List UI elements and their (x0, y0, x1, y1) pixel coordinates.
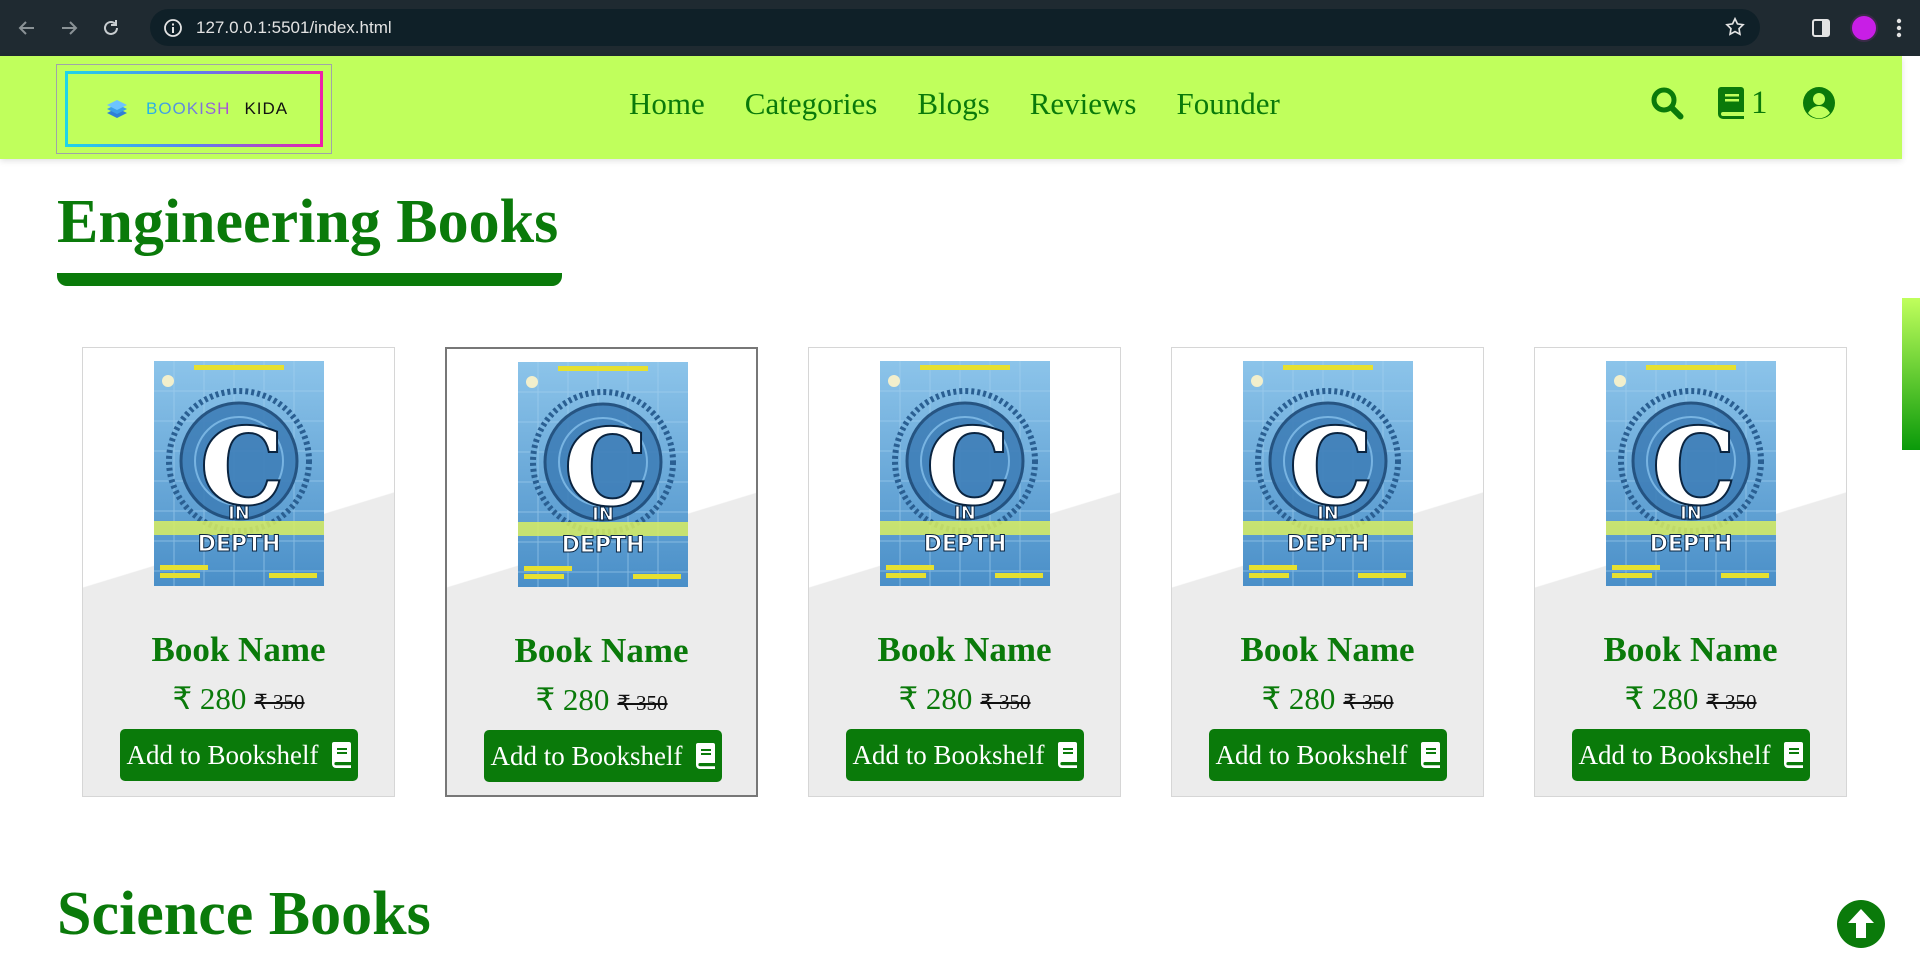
book-name[interactable]: Book Name (83, 630, 394, 670)
address-bar[interactable]: 127.0.0.1:5501/index.html (150, 9, 1760, 46)
bookshelf-icon (695, 743, 715, 769)
book-old-price: ₹ 350 (980, 690, 1031, 714)
menu-kebab-icon[interactable] (1896, 17, 1902, 39)
scrollbar-thumb[interactable] (1902, 298, 1920, 450)
price-row: ₹ 280 ₹ 350 (1535, 681, 1846, 717)
book-old-price: ₹ 350 (254, 690, 305, 714)
price-row: ₹ 280 ₹ 350 (83, 681, 394, 717)
side-panel-icon[interactable] (1810, 17, 1832, 39)
book-price: ₹ 280 (172, 681, 247, 716)
profile-avatar[interactable] (1850, 14, 1878, 42)
svg-text:DEPTH: DEPTH (1287, 532, 1370, 557)
back-icon[interactable] (12, 13, 42, 43)
add-to-bookshelf-label: Add to Bookshelf (1215, 739, 1408, 770)
book-old-price: ₹ 350 (617, 691, 668, 715)
svg-text:IN: IN (228, 503, 250, 524)
title-underline (57, 273, 562, 286)
svg-text:DEPTH: DEPTH (924, 532, 1007, 557)
add-to-bookshelf-label: Add to Bookshelf (852, 739, 1045, 770)
logo-text-kida: KIDA (244, 99, 289, 118)
add-to-bookshelf-label: Add to Bookshelf (490, 740, 683, 771)
logo-text-bookish: BOOKISH (146, 99, 231, 118)
book-name[interactable]: Book Name (809, 630, 1120, 670)
nav-blogs[interactable]: Blogs (917, 86, 989, 122)
bookshelf-count: 1 (1751, 85, 1768, 121)
forward-icon[interactable] (54, 13, 84, 43)
svg-text:IN: IN (954, 503, 976, 524)
book-card[interactable]: DEPTH C IN Book Name ₹ 280 ₹ 350 Add to … (808, 347, 1121, 797)
bookshelf-icon (1057, 742, 1077, 768)
add-to-bookshelf-button[interactable]: Add to Bookshelf (1572, 729, 1810, 781)
svg-text:DEPTH: DEPTH (1650, 532, 1733, 557)
svg-text:IN: IN (1317, 503, 1339, 524)
book-card[interactable]: DEPTH C IN Book Name ₹ 280 ₹ 350 Add to … (1171, 347, 1484, 797)
book-cover-image: DEPTH C IN (880, 361, 1050, 586)
site-header: BOOKISH KIDA Home Categories Blogs Revie… (0, 56, 1902, 159)
bookshelf-icon (1420, 742, 1440, 768)
book-cover-image: DEPTH C IN (154, 361, 324, 586)
browser-toolbar: 127.0.0.1:5501/index.html (0, 0, 1920, 56)
book-price: ₹ 280 (1261, 681, 1336, 716)
nav-founder[interactable]: Founder (1176, 86, 1279, 122)
book-price: ₹ 280 (535, 682, 610, 717)
add-to-bookshelf-label: Add to Bookshelf (126, 739, 319, 770)
book-card[interactable]: DEPTH C IN Book Name ₹ 280 ₹ 350 Add to … (82, 347, 395, 797)
add-to-bookshelf-button[interactable]: Add to Bookshelf (484, 730, 722, 782)
user-icon[interactable] (1802, 86, 1836, 120)
bookshelf-icon (1783, 742, 1803, 768)
search-icon[interactable] (1650, 86, 1684, 120)
book-name[interactable]: Book Name (1535, 630, 1846, 670)
back-to-top-icon[interactable] (1836, 899, 1886, 949)
bookmark-star-icon[interactable] (1724, 16, 1746, 43)
books-stack-icon (107, 100, 127, 118)
book-cover-image: DEPTH C IN (518, 362, 688, 587)
nav-reviews[interactable]: Reviews (1030, 86, 1137, 122)
book-card[interactable]: DEPTH C IN Book Name ₹ 280 ₹ 350 Add to … (1534, 347, 1847, 797)
svg-text:DEPTH: DEPTH (562, 533, 645, 558)
book-name[interactable]: Book Name (447, 631, 756, 671)
price-row: ₹ 280 ₹ 350 (447, 682, 756, 718)
nav-categories[interactable]: Categories (745, 86, 878, 122)
section-title-science: Science Books (57, 880, 431, 948)
nav-home[interactable]: Home (629, 86, 705, 122)
book-price: ₹ 280 (898, 681, 973, 716)
site-info-icon[interactable] (162, 17, 184, 39)
url-text[interactable]: 127.0.0.1:5501/index.html (196, 18, 392, 38)
svg-text:DEPTH: DEPTH (198, 532, 281, 557)
book-cover-image: DEPTH C IN (1243, 361, 1413, 586)
book-cover-image: DEPTH C IN (1606, 361, 1776, 586)
price-row: ₹ 280 ₹ 350 (809, 681, 1120, 717)
section-title-engineering: Engineering Books (57, 188, 559, 256)
add-to-bookshelf-button[interactable]: Add to Bookshelf (1209, 729, 1447, 781)
site-logo[interactable]: BOOKISH KIDA (56, 64, 332, 154)
book-old-price: ₹ 350 (1343, 690, 1394, 714)
main-nav: Home Categories Blogs Reviews Founder (629, 86, 1320, 122)
bookshelf-icon (331, 742, 351, 768)
add-to-bookshelf-button[interactable]: Add to Bookshelf (120, 729, 358, 781)
bookshelf-icon[interactable] (1717, 87, 1745, 119)
add-to-bookshelf-button[interactable]: Add to Bookshelf (846, 729, 1084, 781)
price-row: ₹ 280 ₹ 350 (1172, 681, 1483, 717)
svg-text:IN: IN (592, 504, 614, 525)
book-card-list: DEPTH C IN Book Name ₹ 280 ₹ 350 Add to … (82, 347, 1897, 797)
svg-text:IN: IN (1680, 503, 1702, 524)
book-name[interactable]: Book Name (1172, 630, 1483, 670)
book-old-price: ₹ 350 (1706, 690, 1757, 714)
book-card[interactable]: DEPTH C IN Book Name ₹ 280 ₹ 350 Add to … (445, 347, 758, 797)
book-price: ₹ 280 (1624, 681, 1699, 716)
add-to-bookshelf-label: Add to Bookshelf (1578, 739, 1771, 770)
reload-icon[interactable] (96, 13, 126, 43)
